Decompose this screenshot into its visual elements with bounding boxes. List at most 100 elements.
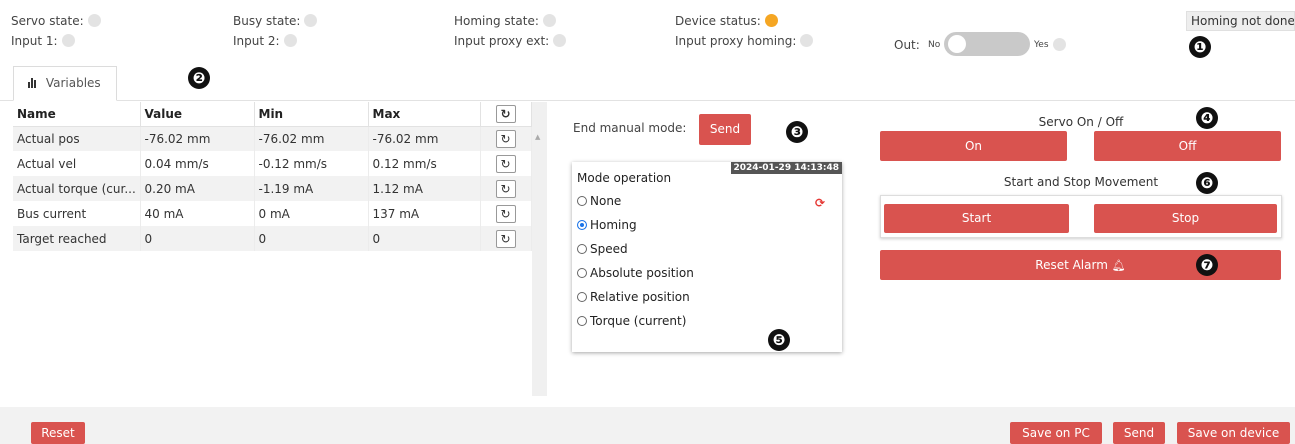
tab-variables[interactable]: Variables <box>13 66 117 101</box>
movement-title: Start and Stop Movement <box>1003 175 1159 189</box>
callout-2: ❷ <box>188 67 210 89</box>
mode-operation-panel: 2024-01-29 14:13:48 Mode operation None … <box>572 162 842 352</box>
servo-title: Servo On / Off <box>1038 115 1124 129</box>
radio-none[interactable] <box>577 196 587 206</box>
radio-absolute[interactable] <box>577 268 587 278</box>
device-status: Device status: <box>675 14 778 28</box>
cell-value: 0 <box>140 226 255 251</box>
input-proxy-ext-led <box>553 34 567 47</box>
cell-max: 137 mA <box>368 201 481 226</box>
save-on-device-button[interactable]: Save on device <box>1177 422 1290 444</box>
out-toggle[interactable] <box>944 32 1030 56</box>
mode-option-speed[interactable]: Speed <box>577 242 628 256</box>
cell-refresh: ↻ <box>480 151 532 176</box>
out-no-label: No <box>928 40 941 50</box>
scroll-up-arrow-icon[interactable]: ▲ <box>535 133 540 141</box>
cell-max: 0.12 mm/s <box>368 151 481 176</box>
cell-refresh: ↻ <box>480 126 532 151</box>
callout-3: ❸ <box>786 121 808 143</box>
header-value: Value <box>140 102 255 127</box>
cell-max: 0 <box>368 226 481 251</box>
mode-option-label: Speed <box>590 242 628 256</box>
header-max: Max <box>368 102 481 127</box>
servo-on-button[interactable]: On <box>880 131 1067 161</box>
mode-option-label: Absolute position <box>590 266 694 280</box>
cell-name: Target reached <box>13 226 141 251</box>
refresh-all-button[interactable]: ↻ <box>495 104 516 123</box>
input-proxy-homing: Input proxy homing: <box>675 34 814 48</box>
refresh-row-button[interactable]: ↻ <box>495 204 516 223</box>
header-min: Min <box>254 102 369 127</box>
radio-homing[interactable] <box>577 220 587 230</box>
mode-option-torque[interactable]: Torque (current) <box>577 314 686 328</box>
cell-min: 0 <box>254 226 369 251</box>
radio-speed[interactable] <box>577 244 587 254</box>
busy-state-label: Busy state: <box>233 14 301 28</box>
tab-variables-label: Variables <box>45 76 101 90</box>
mode-option-relative[interactable]: Relative position <box>577 290 690 304</box>
tab-divider <box>0 100 1295 101</box>
busy-state-led <box>304 14 318 27</box>
cell-min: -0.12 mm/s <box>254 151 369 176</box>
mode-option-none[interactable]: None <box>577 194 621 208</box>
mode-option-label: Homing <box>590 218 637 232</box>
end-manual-send-button[interactable]: Send <box>699 114 751 145</box>
mode-option-homing[interactable]: Homing <box>577 218 637 232</box>
table-row: Actual vel 0.04 mm/s -0.12 mm/s 0.12 mm/… <box>13 151 532 176</box>
device-status-led <box>764 14 778 27</box>
header-refresh: ↻ <box>480 102 532 127</box>
reset-button[interactable]: Reset <box>31 422 85 444</box>
bell-icon: 🔔︎ <box>1111 259 1126 272</box>
input-proxy-ext-label: Input proxy ext: <box>454 34 550 48</box>
sync-icon[interactable]: ⟳ <box>815 196 825 210</box>
callout-6: ❻ <box>1196 172 1218 194</box>
callout-4: ❹ <box>1196 107 1218 129</box>
out-label: Out: <box>894 38 920 52</box>
cell-min: 0 mA <box>254 201 369 226</box>
cell-value: 40 mA <box>140 201 255 226</box>
footer-send-button[interactable]: Send <box>1113 422 1165 444</box>
input2-led <box>283 34 297 47</box>
header-name: Name <box>13 102 141 127</box>
cell-refresh: ↻ <box>480 226 532 251</box>
input2: Input 2: <box>233 34 297 48</box>
cell-max: -76.02 mm <box>368 126 481 151</box>
input-proxy-ext: Input proxy ext: <box>454 34 567 48</box>
refresh-row-button[interactable]: ↻ <box>495 129 516 148</box>
cell-name: Actual torque (cur... <box>13 176 141 201</box>
servo-state-led <box>87 14 101 27</box>
table-header-row: Name Value Min Max ↻ <box>13 102 532 127</box>
servo-state: Servo state: <box>11 14 101 28</box>
save-on-pc-button[interactable]: Save on PC <box>1010 422 1102 444</box>
refresh-row-button[interactable]: ↻ <box>495 179 516 198</box>
device-status-label: Device status: <box>675 14 761 28</box>
mode-title: Mode operation <box>577 171 672 185</box>
refresh-row-button[interactable]: ↻ <box>495 154 516 173</box>
cell-refresh: ↻ <box>480 201 532 226</box>
end-manual-label: End manual mode: <box>573 121 687 135</box>
callout-5: ❺ <box>768 329 790 351</box>
out-yes-label: Yes <box>1034 40 1049 50</box>
radio-relative[interactable] <box>577 292 587 302</box>
input2-label: Input 2: <box>233 34 280 48</box>
input1-led <box>61 34 75 47</box>
start-button[interactable]: Start <box>884 204 1069 233</box>
stop-button[interactable]: Stop <box>1094 204 1277 233</box>
input-proxy-homing-label: Input proxy homing: <box>675 34 797 48</box>
servo-off-button[interactable]: Off <box>1094 131 1281 161</box>
mode-option-absolute[interactable]: Absolute position <box>577 266 694 280</box>
cell-max: 1.12 mA <box>368 176 481 201</box>
cell-min: -76.02 mm <box>254 126 369 151</box>
refresh-row-button[interactable]: ↻ <box>495 229 516 248</box>
reset-alarm-label: Reset Alarm <box>1035 258 1108 272</box>
reset-alarm-button[interactable]: Reset Alarm 🔔︎ <box>880 250 1281 280</box>
input1-label: Input 1: <box>11 34 58 48</box>
cell-value: 0.04 mm/s <box>140 151 255 176</box>
input1: Input 1: <box>11 34 75 48</box>
table-scrollbar[interactable] <box>532 102 547 396</box>
radio-torque[interactable] <box>577 316 587 326</box>
out-toggle-knob <box>948 35 966 53</box>
mode-option-label: None <box>590 194 622 208</box>
busy-state: Busy state: <box>233 14 318 28</box>
cell-refresh: ↻ <box>480 176 532 201</box>
